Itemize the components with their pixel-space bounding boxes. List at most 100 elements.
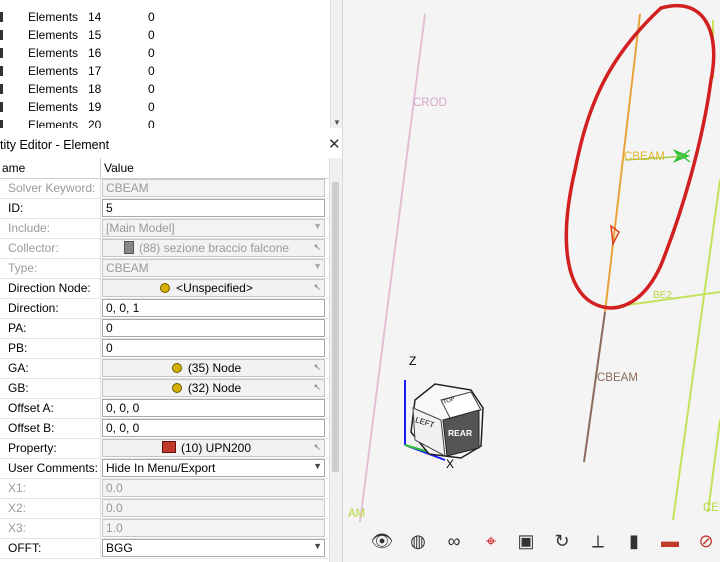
chevron-down-icon: ▼ bbox=[313, 541, 322, 551]
row-x3: X3: 1.0 bbox=[0, 518, 329, 539]
green-element[interactable] bbox=[707, 419, 720, 513]
direction-node-selector[interactable]: <Unspecified> ↖ bbox=[102, 279, 325, 297]
property-selector[interactable]: (10) UPN200 ↖ bbox=[102, 439, 325, 457]
property-icon bbox=[161, 441, 176, 453]
element-icon bbox=[0, 102, 3, 112]
solver-keyword-field: CBEAM bbox=[102, 179, 325, 197]
row-direction: Direction: 0, 0, 1 bbox=[0, 298, 329, 319]
cbeam-label-lower: CBEAM bbox=[597, 372, 638, 384]
fit-view-icon[interactable]: ⌖ bbox=[478, 528, 504, 554]
chevron-down-icon: ▼ bbox=[313, 461, 322, 471]
cursor-icon: ↖ bbox=[313, 442, 321, 452]
column-header-name: ame bbox=[2, 161, 26, 175]
id-input[interactable]: 5 bbox=[102, 199, 325, 217]
direction-input[interactable]: 0, 0, 1 bbox=[102, 299, 325, 317]
ga-node-selector[interactable]: (35) Node ↖ bbox=[102, 359, 325, 377]
element-icon bbox=[0, 84, 3, 94]
row-offt: OFFT: BGG ▼ bbox=[0, 538, 329, 559]
user-comments-select[interactable]: Hide In Menu/Export ▼ bbox=[102, 459, 325, 477]
panel-title: tity Editor - Element bbox=[0, 138, 110, 152]
entity-editor-titlebar: tity Editor - Element ✕ bbox=[0, 134, 342, 156]
cbeam-element[interactable] bbox=[604, 13, 641, 313]
no-entry-icon[interactable]: ⊘ bbox=[693, 528, 719, 554]
cube-rear-label: REAR bbox=[448, 428, 473, 438]
binoculars-icon[interactable]: ∞ bbox=[441, 528, 467, 554]
cursor-icon: ↖ bbox=[313, 382, 321, 392]
cursor-icon: ↖ bbox=[313, 362, 321, 372]
globe-icon[interactable]: ◍ bbox=[405, 528, 431, 554]
x2-input: 0.0 bbox=[102, 499, 325, 517]
cbeam-label: CBEAM bbox=[624, 151, 665, 163]
offt-select[interactable]: BGG ▼ bbox=[102, 539, 325, 557]
row-ga: GA: (35) Node ↖ bbox=[0, 358, 329, 379]
element-icon bbox=[0, 48, 3, 58]
be2-label: BE2 bbox=[653, 290, 672, 301]
row-gb: GB: (32) Node ↖ bbox=[0, 378, 329, 399]
row-type: Type: CBEAM ▼ bbox=[0, 258, 329, 279]
include-select: [Main Model] ▼ bbox=[102, 219, 325, 237]
row-include: Include: [Main Model] ▼ bbox=[0, 218, 329, 239]
row-pb: PB: 0 bbox=[0, 338, 329, 359]
row-user-comments: User Comments: Hide In Menu/Export ▼ bbox=[0, 458, 329, 479]
chevron-down-icon: ▼ bbox=[313, 261, 322, 271]
list-item[interactable]: Elements 18 0 bbox=[0, 80, 330, 98]
offset-b-input[interactable]: 0, 0, 0 bbox=[102, 419, 325, 437]
list-item[interactable]: Elements 20 0 bbox=[0, 116, 330, 128]
row-solver-keyword: Solver Keyword: CBEAM bbox=[0, 178, 329, 199]
row-property: Property: (10) UPN200 ↖ bbox=[0, 438, 329, 459]
scroll-thumb[interactable] bbox=[332, 182, 339, 472]
close-icon[interactable]: ✕ bbox=[328, 135, 341, 153]
property-icon[interactable]: ▬ bbox=[657, 528, 683, 554]
column-header-value: Value bbox=[104, 161, 134, 175]
component-icon[interactable]: ▮ bbox=[621, 528, 647, 554]
pa-input[interactable]: 0 bbox=[102, 319, 325, 337]
crod-element[interactable] bbox=[359, 13, 426, 523]
x1-input: 0.0 bbox=[102, 479, 325, 497]
cbeam-element-lower[interactable] bbox=[583, 311, 606, 463]
row-offset-a: Offset A: 0, 0, 0 bbox=[0, 398, 329, 419]
camera-icon[interactable]: ▣ bbox=[513, 528, 539, 554]
type-select: CBEAM ▼ bbox=[102, 259, 325, 277]
gb-node-selector[interactable]: (32) Node ↖ bbox=[102, 379, 325, 397]
left-panel: Elements 14 0 Elements 15 0 Elements 16 0 Elem… bbox=[0, 0, 342, 562]
cursor-icon: ↖ bbox=[313, 282, 321, 292]
model-geometry bbox=[359, 3, 720, 523]
row-collector: Collector: (88) sezione braccio falcone ↖ bbox=[0, 238, 329, 259]
section-icon[interactable]: ⟂ bbox=[585, 528, 611, 554]
column-divider[interactable] bbox=[100, 158, 101, 178]
scroll-down-icon[interactable]: ▼ bbox=[333, 118, 341, 127]
node-icon bbox=[171, 363, 182, 373]
x3-input: 1.0 bbox=[102, 519, 325, 537]
element-icon bbox=[0, 120, 3, 128]
row-x1: X1: 0.0 bbox=[0, 478, 329, 499]
table-header: ame Value bbox=[0, 158, 329, 179]
collector-selector[interactable]: (88) sezione braccio falcone ↖ bbox=[102, 239, 325, 257]
row-offset-b: Offset B: 0, 0, 0 bbox=[0, 418, 329, 439]
am-label: AM bbox=[348, 508, 366, 520]
row-direction-node: Direction Node: <Unspecified> ↖ bbox=[0, 278, 329, 299]
list-item[interactable]: Elements 19 0 bbox=[0, 98, 330, 116]
element-icon bbox=[0, 30, 3, 40]
list-item[interactable]: Elements 16 0 bbox=[0, 44, 330, 62]
element-icon bbox=[0, 66, 3, 76]
list-item[interactable]: Elements 14 0 bbox=[0, 8, 330, 26]
attribute-table: Solver Keyword: CBEAM ID: 5 Include: [Ma… bbox=[0, 178, 329, 562]
list-item[interactable]: Elements 17 0 bbox=[0, 62, 330, 80]
element-list: Elements 14 0 Elements 15 0 Elements 16 0 Elem… bbox=[0, 0, 342, 128]
node-icon bbox=[160, 283, 171, 293]
rotate-icon[interactable]: ↻ bbox=[549, 528, 575, 554]
graphics-viewport[interactable]: CROD CBEAM BE2 CBEAM AM CE Z X LEFT REAR… bbox=[343, 0, 720, 562]
pb-input[interactable]: 0 bbox=[102, 339, 325, 357]
cursor-icon: ↖ bbox=[313, 242, 321, 252]
element-icon bbox=[0, 12, 3, 22]
crod-label: CROD bbox=[413, 97, 447, 109]
row-x2: X2: 0.0 bbox=[0, 498, 329, 519]
visibility-eye-icon[interactable]: 👁 bbox=[369, 528, 395, 554]
offset-a-input[interactable]: 0, 0, 0 bbox=[102, 399, 325, 417]
view-toolbar: 👁 ◍ ∞ ⌖ ▣ ↻ ⟂ ▮ ▬ ⊘ bbox=[365, 528, 720, 558]
row-pa: PA: 0 bbox=[0, 318, 329, 339]
ce-label: CE bbox=[703, 502, 719, 514]
editor-scrollbar[interactable] bbox=[329, 158, 342, 562]
list-scrollbar[interactable]: ▼ bbox=[330, 0, 342, 128]
list-item[interactable]: Elements 15 0 bbox=[0, 26, 330, 44]
